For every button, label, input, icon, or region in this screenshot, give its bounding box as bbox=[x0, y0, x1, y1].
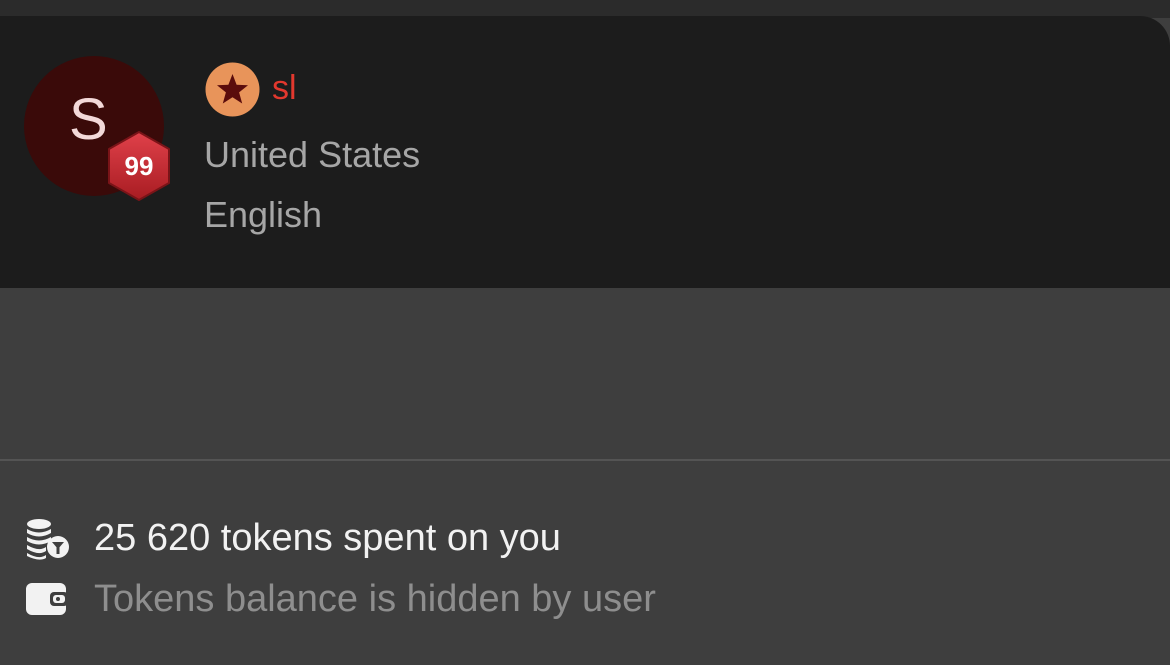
star-rank-icon bbox=[205, 62, 260, 117]
coins-icon bbox=[24, 516, 72, 560]
username[interactable]: sl bbox=[272, 68, 297, 108]
avatar-letter: S bbox=[69, 87, 108, 152]
level-number: 99 bbox=[124, 151, 154, 181]
tokens-spent-row: 25 620 tokens spent on you bbox=[24, 513, 561, 563]
level-badge: 99 bbox=[106, 130, 172, 202]
profile-card: S 99 sl United States English bbox=[0, 16, 1170, 288]
language-label: English bbox=[204, 194, 323, 235]
tokens-spent-text: 25 620 tokens spent on you bbox=[94, 516, 561, 559]
section-divider bbox=[0, 459, 1170, 461]
tokens-balance-row: Tokens balance is hidden by user bbox=[24, 574, 656, 624]
tokens-balance-text: Tokens balance is hidden by user bbox=[94, 577, 656, 620]
profile-page: S 99 sl United States English 25 620 tok… bbox=[0, 0, 1170, 665]
wallet-icon bbox=[24, 577, 72, 621]
country-label: United States bbox=[204, 134, 421, 175]
